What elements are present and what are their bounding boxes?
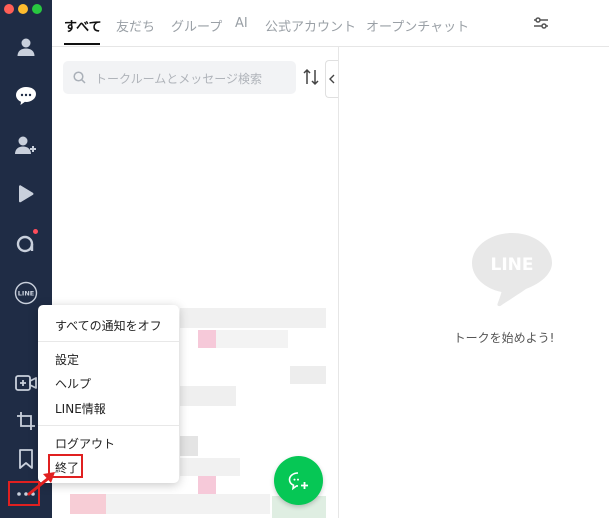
- menu-item-mute-all[interactable]: すべての通知をオフ: [55, 317, 162, 334]
- menu-item-settings[interactable]: 設定: [55, 351, 79, 368]
- sort-icon[interactable]: [302, 67, 320, 87]
- empty-state-message: トークを始めよう!: [453, 331, 555, 345]
- chevron-left-icon: [329, 74, 335, 84]
- tab-groups[interactable]: グループ: [171, 16, 222, 35]
- sidebar-item-voom[interactable]: [0, 177, 52, 211]
- empty-logo-text: LINE: [491, 255, 534, 275]
- annotation-arrow-icon: [27, 472, 55, 496]
- line-icon: LINE: [14, 281, 38, 305]
- menu-item-about-line[interactable]: LINE情報: [55, 400, 106, 417]
- video-call-icon: [15, 375, 37, 391]
- line-logo-icon: LINE: [472, 233, 552, 307]
- tab-bar: すべて 友だち グループ AI 公式アカウント オープンチャット: [52, 0, 609, 47]
- new-chat-icon: [288, 471, 308, 490]
- add-friend-icon: [15, 136, 36, 154]
- sidebar-item-add-friends[interactable]: [0, 128, 52, 162]
- svg-text:LINE: LINE: [18, 290, 34, 298]
- close-window-button[interactable]: [4, 4, 14, 14]
- tab-all[interactable]: すべて: [64, 16, 102, 35]
- sidebar-item-openchat[interactable]: [0, 226, 52, 260]
- notification-dot: [33, 229, 38, 234]
- bookmark-icon: [19, 449, 33, 469]
- sidebar-item-friends[interactable]: [0, 30, 52, 64]
- chat-icon: [16, 87, 36, 105]
- menu-item-logout[interactable]: ログアウト: [55, 435, 115, 452]
- search-box: [63, 61, 296, 96]
- menu-separator: [38, 425, 179, 426]
- person-icon: [17, 38, 35, 56]
- filter-icon[interactable]: [532, 14, 550, 32]
- tab-official-accounts[interactable]: 公式アカウント: [265, 16, 356, 35]
- search-input[interactable]: [93, 61, 292, 96]
- tab-openchat[interactable]: オープンチャット: [366, 16, 469, 35]
- menu-separator: [38, 341, 179, 342]
- minimize-window-button[interactable]: [18, 4, 28, 14]
- openchat-icon: [16, 235, 34, 253]
- zoom-window-button[interactable]: [32, 4, 42, 14]
- menu-item-help[interactable]: ヘルプ: [55, 375, 91, 392]
- new-chat-button[interactable]: [274, 456, 323, 505]
- sidebar-item-chats[interactable]: [0, 79, 52, 113]
- tab-ai[interactable]: AI: [235, 16, 248, 31]
- play-icon: [19, 185, 34, 203]
- window-controls: [4, 4, 42, 14]
- panel-divider: [338, 46, 339, 518]
- tab-friends[interactable]: 友だち: [116, 16, 155, 35]
- crop-icon: [17, 412, 35, 430]
- search-icon: [73, 71, 86, 84]
- active-tab-indicator: [64, 43, 100, 45]
- collapse-panel-button[interactable]: [325, 60, 338, 98]
